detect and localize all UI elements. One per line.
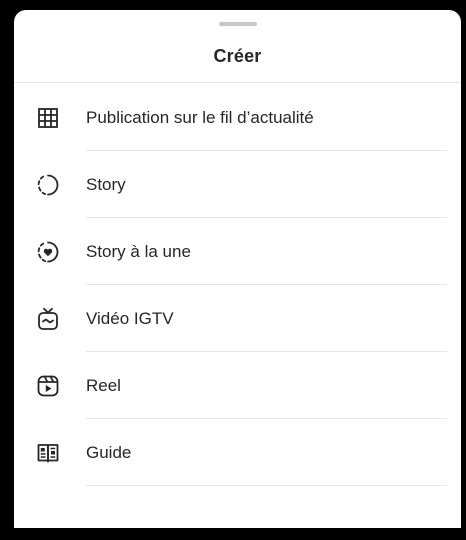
story-circle-icon bbox=[36, 173, 60, 197]
guide-book-icon bbox=[36, 441, 60, 465]
igtv-icon bbox=[36, 307, 60, 331]
menu-item-story[interactable]: Story bbox=[14, 151, 461, 218]
menu-item-reel[interactable]: Reel bbox=[14, 352, 461, 419]
menu-item-label: Reel bbox=[86, 375, 121, 395]
menu-item-igtv[interactable]: Vidéo IGTV bbox=[14, 285, 461, 352]
menu-item-feed-post[interactable]: Publication sur le fil d’actualité bbox=[14, 84, 461, 151]
create-bottom-sheet: Créer Publication sur le fil d’actualité bbox=[14, 10, 461, 528]
create-menu: Publication sur le fil d’actualité Story bbox=[14, 84, 461, 486]
menu-item-label: Publication sur le fil d’actualité bbox=[86, 107, 314, 127]
menu-item-label: Story à la une bbox=[86, 241, 191, 261]
menu-item-guide[interactable]: Guide bbox=[14, 419, 461, 486]
menu-item-label: Vidéo IGTV bbox=[86, 308, 174, 328]
sheet-title: Créer bbox=[213, 46, 262, 66]
grid-icon bbox=[36, 106, 60, 130]
screen-frame: Créer Publication sur le fil d’actualité bbox=[0, 0, 466, 540]
highlight-heart-icon bbox=[36, 240, 60, 264]
menu-item-highlight[interactable]: Story à la une bbox=[14, 218, 461, 285]
title-divider bbox=[14, 82, 461, 83]
menu-item-label: Guide bbox=[86, 442, 132, 462]
item-divider bbox=[86, 485, 447, 486]
reel-icon bbox=[36, 374, 60, 398]
menu-item-label: Story bbox=[86, 174, 126, 194]
drag-handle[interactable] bbox=[218, 22, 257, 26]
